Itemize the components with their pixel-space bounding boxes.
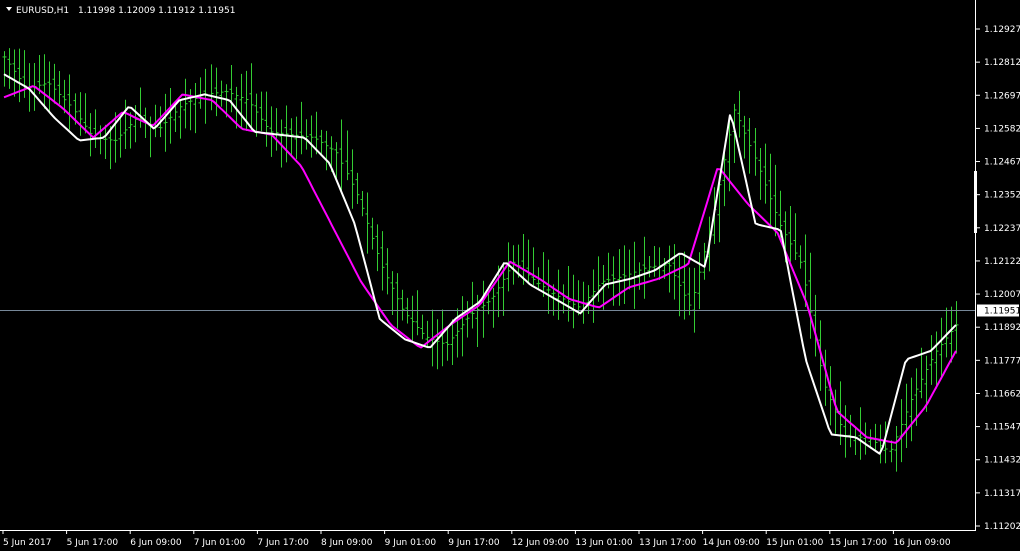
price-tick-label: 1.11547 [984, 423, 1020, 433]
time-tick-label: 15 Jun 01:00 [766, 538, 823, 548]
price-tick-label: 1.12352 [984, 191, 1020, 201]
price-tick-label: 1.11202 [984, 522, 1020, 532]
price-tick-label: 1.11892 [984, 323, 1020, 333]
price-tick-label: 1.12812 [984, 58, 1020, 68]
time-tick-label: 12 Jun 09:00 [512, 538, 569, 548]
price-label-text: 1.11951 [984, 307, 1020, 317]
time-tick-label: 5 Jun 2017 [3, 538, 51, 548]
time-tick-label: 15 Jun 17:00 [830, 538, 887, 548]
time-tick-label: 14 Jun 09:00 [703, 538, 760, 548]
price-tick-label: 1.11432 [984, 456, 1020, 466]
time-tick-label: 8 Jun 09:00 [321, 538, 373, 548]
current-price-label: 1.11951 [977, 304, 1020, 317]
price-chart[interactable]: EURUSD,H1 1.11998 1.12009 1.11912 1.1195… [0, 0, 1020, 551]
price-tick-label: 1.12007 [984, 290, 1020, 300]
symbol-timeframe-label: EURUSD,H1 [16, 6, 69, 16]
ohlc-readout: 1.11998 1.12009 1.11912 1.11951 [78, 6, 235, 16]
time-tick-label: 7 Jun 17:00 [257, 538, 309, 548]
time-tick-label: 5 Jun 17:00 [67, 538, 119, 548]
price-tick-label: 1.12927 [984, 25, 1020, 35]
chart-background [0, 0, 1020, 551]
time-tick-label: 7 Jun 01:00 [194, 538, 246, 548]
price-tick-label: 1.12697 [984, 91, 1020, 101]
price-tick-label: 1.11777 [984, 356, 1020, 366]
time-tick-label: 9 Jun 17:00 [448, 538, 500, 548]
time-tick-label: 13 Jun 17:00 [639, 538, 696, 548]
price-tick-label: 1.11662 [984, 389, 1020, 399]
time-tick-label: 16 Jun 09:00 [893, 538, 950, 548]
price-tick-label: 1.12582 [984, 124, 1020, 134]
price-tick-label: 1.12237 [984, 224, 1020, 234]
price-tick-label: 1.12467 [984, 158, 1020, 168]
time-tick-label: 6 Jun 09:00 [130, 538, 182, 548]
price-tick-label: 1.12122 [984, 257, 1020, 267]
price-tick-label: 1.11317 [984, 489, 1020, 499]
time-tick-label: 9 Jun 01:00 [385, 538, 437, 548]
time-tick-label: 13 Jun 01:00 [575, 538, 632, 548]
